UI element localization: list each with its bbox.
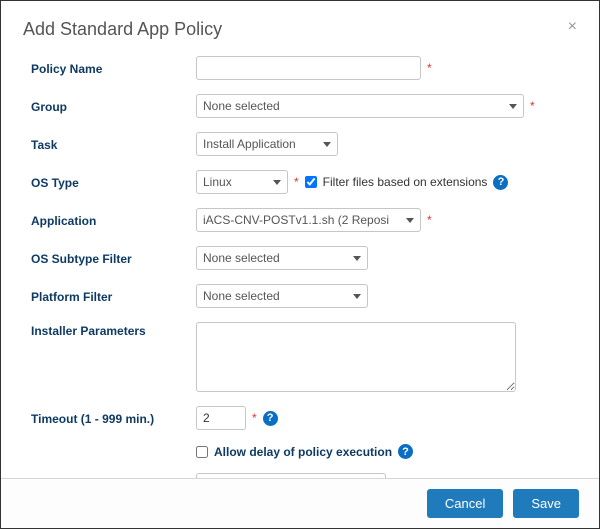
- application-select[interactable]: iACS-CNV-POSTv1.1.sh (2 Reposi: [196, 208, 421, 232]
- installer-params-textarea[interactable]: [196, 322, 516, 392]
- row-os-subtype: OS Subtype Filter None selected: [31, 246, 577, 270]
- chevron-down-icon: [323, 142, 331, 147]
- platform-value: None selected: [203, 289, 280, 303]
- row-installer-params: Installer Parameters: [31, 322, 577, 392]
- required-marker: *: [252, 411, 257, 425]
- label-policy-name: Policy Name: [31, 60, 196, 76]
- help-icon[interactable]: [493, 175, 508, 190]
- label-platform: Platform Filter: [31, 288, 196, 304]
- policy-name-input[interactable]: [196, 56, 421, 80]
- task-select[interactable]: Install Application: [196, 132, 338, 156]
- required-marker: *: [427, 213, 432, 227]
- row-os-type: OS Type Linux * Filter files based on ex…: [31, 170, 577, 194]
- group-select-value: None selected: [203, 99, 280, 113]
- task-select-value: Install Application: [203, 137, 296, 151]
- row-timeout: Timeout (1 - 999 min.) *: [31, 406, 577, 430]
- label-task: Task: [31, 136, 196, 152]
- required-marker: *: [427, 61, 432, 75]
- row-task: Task Install Application: [31, 132, 577, 156]
- dialog-title: Add Standard App Policy: [23, 19, 222, 40]
- allow-delay-label: Allow delay of policy execution: [214, 445, 392, 459]
- dialog-header: Add Standard App Policy ×: [1, 1, 599, 50]
- chevron-down-icon: [273, 180, 281, 185]
- row-platform: Platform Filter None selected: [31, 284, 577, 308]
- row-group: Group None selected *: [31, 94, 577, 118]
- required-marker: *: [530, 99, 535, 113]
- chevron-down-icon: [406, 218, 414, 223]
- os-type-value: Linux: [203, 175, 232, 189]
- chevron-down-icon: [353, 256, 361, 261]
- label-installer-params: Installer Parameters: [31, 322, 196, 338]
- label-application: Application: [31, 212, 196, 228]
- close-icon[interactable]: ×: [568, 19, 577, 35]
- cancel-button[interactable]: Cancel: [427, 489, 503, 518]
- os-subtype-value: None selected: [203, 251, 280, 265]
- allow-delay-checkbox[interactable]: [196, 446, 208, 458]
- required-marker: *: [294, 175, 299, 189]
- platform-select[interactable]: None selected: [196, 284, 368, 308]
- help-icon[interactable]: [398, 444, 413, 459]
- label-os-type: OS Type: [31, 174, 196, 190]
- save-button[interactable]: Save: [513, 489, 579, 518]
- help-icon[interactable]: [263, 411, 278, 426]
- label-group: Group: [31, 98, 196, 114]
- dialog-footer: Cancel Save: [1, 478, 599, 528]
- os-type-select[interactable]: Linux: [196, 170, 288, 194]
- chevron-down-icon: [509, 104, 517, 109]
- row-policy-name: Policy Name *: [31, 56, 577, 80]
- label-os-subtype: OS Subtype Filter: [31, 250, 196, 266]
- application-value: iACS-CNV-POSTv1.1.sh (2 Reposi: [203, 213, 389, 227]
- filter-files-label: Filter files based on extensions: [323, 175, 488, 189]
- filter-files-checkbox[interactable]: [305, 176, 317, 188]
- label-empty: [31, 451, 196, 453]
- row-application: Application iACS-CNV-POSTv1.1.sh (2 Repo…: [31, 208, 577, 232]
- form: Policy Name * Group None selected * Task…: [1, 50, 599, 497]
- row-allow-delay: Allow delay of policy execution: [31, 444, 577, 459]
- os-subtype-select[interactable]: None selected: [196, 246, 368, 270]
- label-timeout: Timeout (1 - 999 min.): [31, 410, 196, 426]
- chevron-down-icon: [353, 294, 361, 299]
- timeout-input[interactable]: [196, 406, 246, 430]
- group-select[interactable]: None selected: [196, 94, 524, 118]
